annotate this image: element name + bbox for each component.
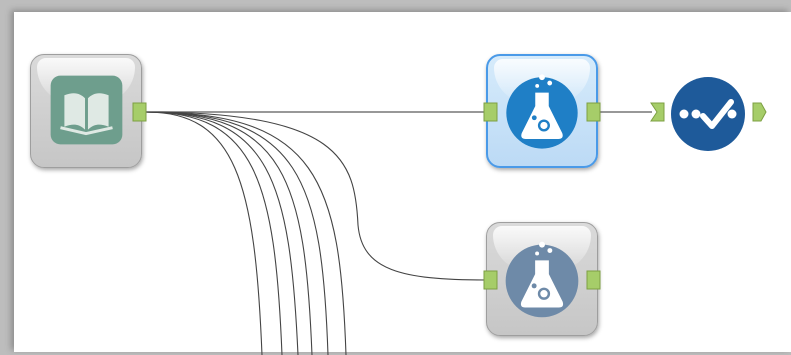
browse-tool-output-anchor[interactable] [752,102,768,122]
flask-icon [505,241,579,318]
browse-tool-input-anchor[interactable] [650,102,666,122]
flask-tool-selected-output-anchor[interactable] [586,102,602,122]
input-data-tool[interactable] [30,54,142,168]
input-tool-output-anchor[interactable] [132,102,148,122]
flask-tool-selected-input-anchor[interactable] [482,102,498,122]
wire-branch-1 [145,111,263,355]
wire-branch-6 [145,111,347,355]
flask-tool-lower-input-anchor[interactable] [482,270,498,290]
flask-tool-selected[interactable] [486,54,598,168]
flask-icon [506,74,578,149]
browse-check-tool[interactable] [668,76,748,152]
wire-branch-3 [145,111,299,355]
flask-tool-lower-output-anchor[interactable] [586,270,602,290]
flask-tool-lower[interactable] [486,222,598,336]
wire-branch-2 [145,111,283,355]
check-dot-icon [679,109,689,119]
book-icon [50,75,123,145]
wire-to-tool-lower [145,111,487,281]
